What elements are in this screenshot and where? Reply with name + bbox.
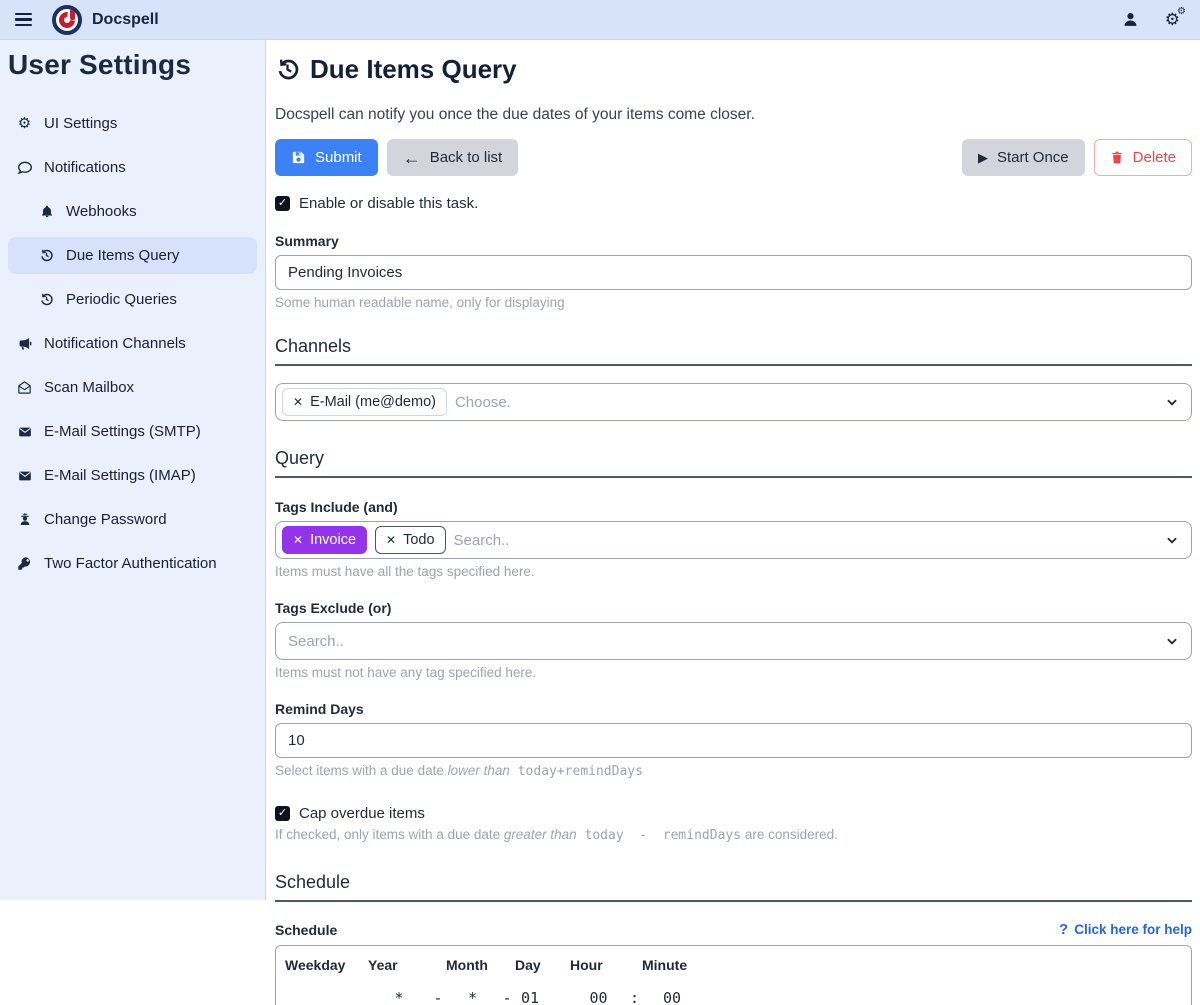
schedule-col-day: Day [515,957,570,989]
schedule-table: Weekday Year Month Day Hour Minute * - *… [275,945,1192,1005]
channels-select[interactable]: ✕ E-Mail (me@demo) Choose. [275,383,1192,421]
user-icon[interactable] [1122,11,1139,28]
channels-section-header: Channels [275,336,1192,366]
tags-include-placeholder: Search.. [454,532,510,549]
bell-icon [38,204,55,219]
tags-exclude-placeholder: Search.. [288,633,344,650]
schedule-year-value[interactable]: * [368,989,430,1005]
remind-days-input[interactable] [275,723,1192,758]
remove-chip-icon[interactable]: ✕ [293,534,303,546]
brand-title: Docspell [92,11,159,29]
remind-days-help: Select items with a due date lower than … [275,763,1192,779]
schedule-help-link[interactable]: ? Click here for help [1059,921,1192,938]
top-bar: Docspell ⚙⚙ [0,0,1200,40]
sidebar-item-ui-settings[interactable]: ⚙ UI Settings [8,104,257,142]
remind-days-label: Remind Days [275,701,1192,717]
page-description: Docspell can notify you once the due dat… [275,106,1192,124]
sidebar-item-two-factor[interactable]: Two Factor Authentication [8,545,257,582]
schedule-hour-value[interactable]: 00 [570,989,627,1005]
chevron-down-icon [1165,395,1179,409]
gears-icon[interactable]: ⚙⚙ [1165,11,1180,28]
chevron-down-icon [1165,634,1179,648]
user-secret-icon [16,512,33,527]
enable-task-checkbox[interactable]: ✓ [275,196,290,211]
tags-exclude-select[interactable]: Search.. [275,622,1192,660]
history-icon [275,57,300,82]
delete-button[interactable]: Delete [1094,139,1192,176]
history-icon [38,292,55,307]
sidebar-item-due-items-query[interactable]: Due Items Query [8,237,257,274]
cap-overdue-checkbox[interactable]: ✓ [275,806,290,821]
menu-icon[interactable] [0,0,46,40]
submit-button[interactable]: Submit [275,139,378,176]
page-title: Due Items Query [275,54,1192,85]
schedule-col-weekday: Weekday [285,957,368,989]
docspell-logo[interactable] [52,5,82,35]
tag-chip-invoice[interactable]: ✕ Invoice [282,526,367,554]
summary-input[interactable] [275,255,1192,290]
sidebar-item-periodic-queries[interactable]: Periodic Queries [8,281,257,318]
schedule-col-month: Month [446,957,499,989]
summary-label: Summary [275,233,1192,249]
enable-task-row: ✓ Enable or disable this task. [275,195,1192,212]
back-to-list-button[interactable]: ← Back to list [387,139,519,176]
save-icon [291,150,306,165]
schedule-section-header: Schedule [275,872,1192,902]
sidebar-item-webhooks[interactable]: Webhooks [8,193,257,230]
tag-chip-todo[interactable]: ✕ Todo [375,526,446,554]
sidebar-item-change-password[interactable]: Change Password [8,501,257,538]
tags-include-help: Items must have all the tags specified h… [275,564,1192,579]
cap-overdue-label: Cap overdue items [299,805,425,822]
trash-icon [1110,150,1124,165]
schedule-label: Schedule [275,922,337,938]
remove-chip-icon[interactable]: ✕ [386,534,396,546]
bullhorn-icon [16,336,33,351]
schedule-month-value[interactable]: * [446,989,499,1005]
envelope-icon [16,425,33,439]
sidebar-title: User Settings [0,40,265,81]
channels-placeholder: Choose. [455,394,511,411]
schedule-col-hour: Hour [570,957,627,989]
cap-overdue-help: If checked, only items with a due date g… [275,827,1192,843]
sidebar-item-scan-mailbox[interactable]: Scan Mailbox [8,369,257,406]
envelope-open-icon [16,380,33,395]
comment-icon [16,160,33,176]
tags-include-label: Tags Include (and) [275,499,1192,515]
chevron-down-icon [1165,533,1179,547]
enable-task-label: Enable or disable this task. [299,195,478,212]
cap-overdue-row: ✓ Cap overdue items [275,805,1192,822]
gear-icon: ⚙ [16,114,33,132]
arrow-left-icon: ← [403,149,421,167]
sidebar: User Settings ⚙ UI Settings Notification… [0,40,266,900]
sidebar-item-notifications[interactable]: Notifications [8,149,257,186]
query-section-header: Query [275,448,1192,478]
schedule-col-year: Year [368,957,430,989]
sidebar-item-email-smtp[interactable]: E-Mail Settings (SMTP) [8,413,257,450]
envelope-icon [16,469,33,483]
tags-exclude-label: Tags Exclude (or) [275,600,1192,616]
schedule-day-value[interactable]: 01 [515,989,570,1005]
main-content: Due Items Query Docspell can notify you … [267,40,1200,900]
remove-chip-icon[interactable]: ✕ [293,396,303,408]
start-once-button[interactable]: ▶ Start Once [962,139,1085,176]
sidebar-item-notification-channels[interactable]: Notification Channels [8,325,257,362]
sidebar-item-email-imap[interactable]: E-Mail Settings (IMAP) [8,457,257,494]
summary-help: Some human readable name, only for displ… [275,295,1192,310]
history-icon [38,248,55,263]
tags-exclude-help: Items must not have any tag specified he… [275,665,1192,680]
channel-chip[interactable]: ✕ E-Mail (me@demo) [282,388,447,416]
key-icon [16,556,33,571]
play-icon: ▶ [978,151,988,164]
question-icon: ? [1059,921,1068,938]
schedule-col-minute: Minute [642,957,702,989]
schedule-minute-value[interactable]: 00 [642,989,702,1005]
tags-include-select[interactable]: ✕ Invoice ✕ Todo Search.. [275,521,1192,559]
